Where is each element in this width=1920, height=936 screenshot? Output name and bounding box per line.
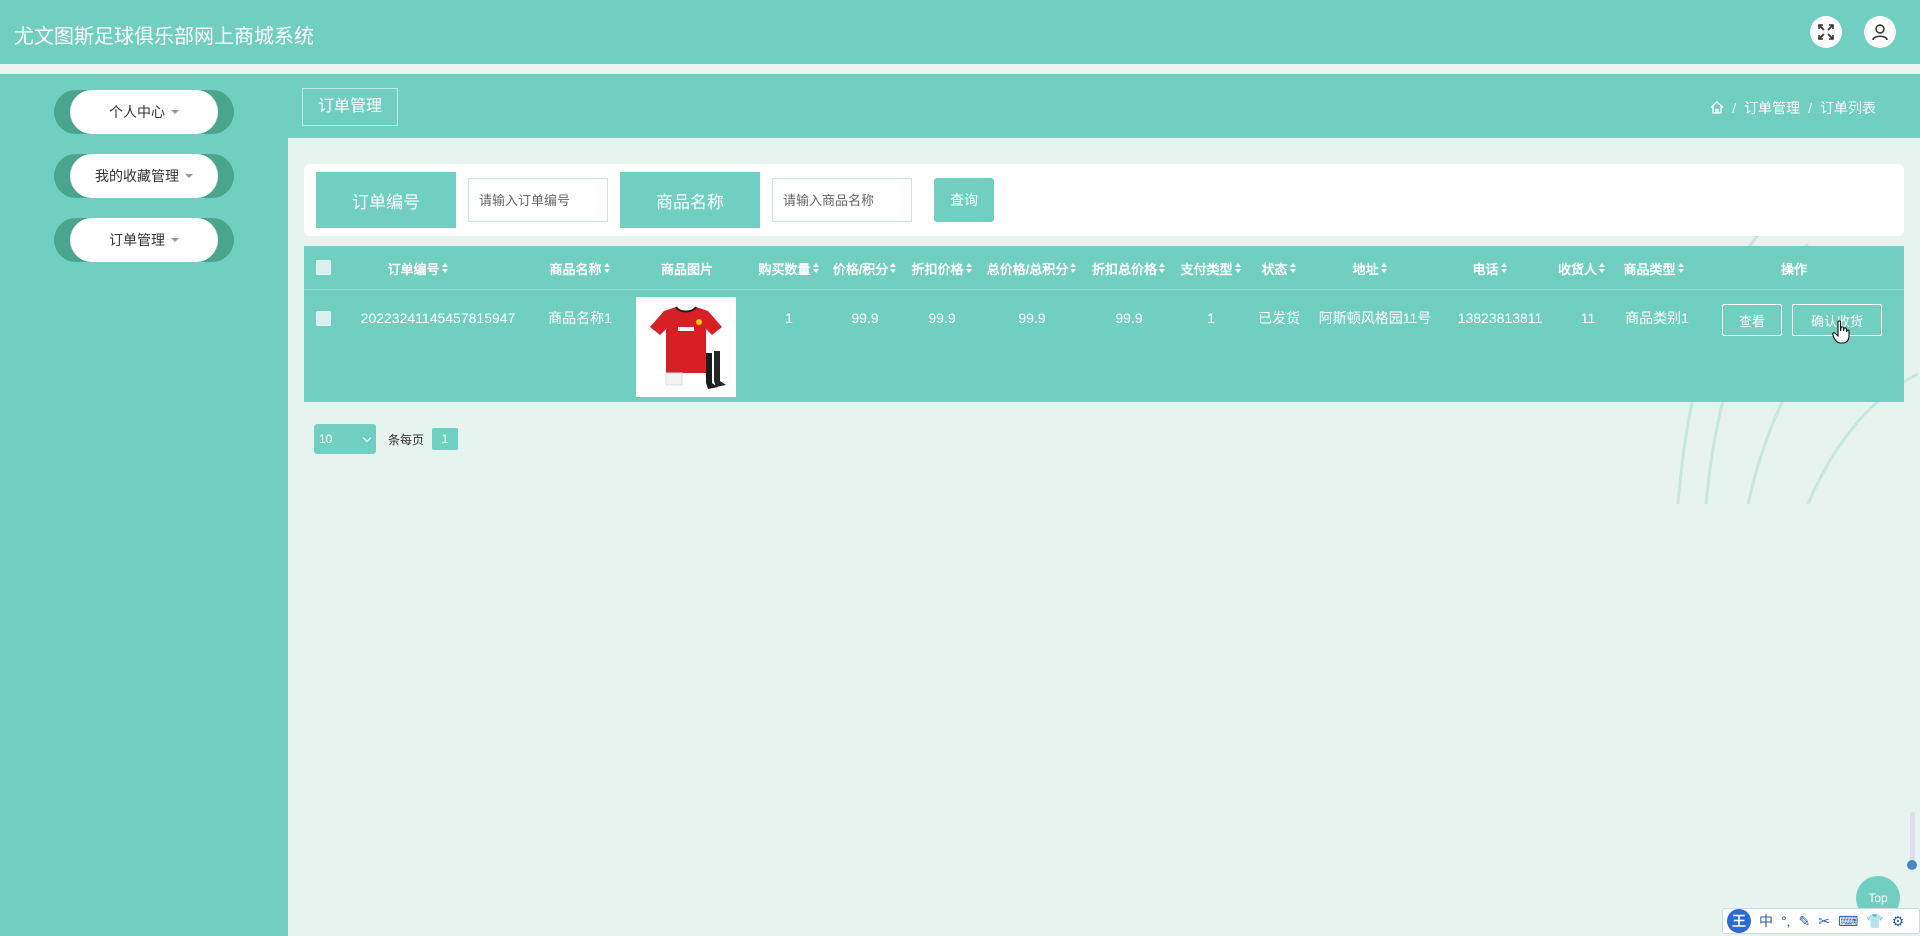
sidebar-item-pill: 订单管理 — [70, 218, 218, 262]
hand-cursor-icon — [1832, 320, 1850, 344]
product-image — [636, 297, 736, 397]
sort-icon[interactable] — [1677, 263, 1685, 273]
ime-scissors-icon[interactable]: ✂ — [1818, 913, 1830, 930]
sort-icon[interactable] — [812, 263, 820, 273]
sort-icon[interactable] — [1380, 263, 1388, 273]
app-title: 尤文图斯足球俱乐部网上商城系统 — [14, 24, 314, 48]
expand-icon — [1818, 24, 1834, 40]
sort-icon[interactable] — [1070, 263, 1077, 273]
row-checkbox[interactable] — [316, 311, 331, 326]
sidebar-item-label: 个人中心 — [109, 104, 165, 120]
top-header: 尤文图斯足球俱乐部网上商城系统 — [0, 0, 1920, 64]
sidebar-item-label: 订单管理 — [109, 232, 165, 248]
query-button[interactable]: 查询 — [934, 178, 994, 222]
col-pay-type[interactable]: 支付类型 — [1174, 246, 1248, 290]
sort-icon[interactable] — [890, 263, 897, 273]
col-discount-price[interactable]: 折扣价格 — [904, 246, 980, 290]
col-price[interactable]: 价格/积分 — [826, 246, 904, 290]
col-status[interactable]: 状态 — [1248, 246, 1310, 290]
page-title: 订单管理 — [302, 88, 399, 126]
search-panel: 订单编号 商品名称 查询 — [304, 164, 1904, 236]
ime-skin-icon[interactable]: 👕 — [1866, 913, 1883, 930]
ime-punctuation-icon[interactable]: °, — [1781, 913, 1791, 929]
col-product-type[interactable]: 商品类型 — [1614, 246, 1694, 290]
sort-icon[interactable] — [1500, 263, 1508, 273]
page-header: 订单管理 / 订单管理 / 订单列表 — [288, 74, 1920, 138]
header-divider — [0, 64, 1920, 74]
sort-icon[interactable] — [1159, 263, 1166, 273]
fullscreen-button[interactable] — [1810, 16, 1842, 48]
jersey-image — [650, 306, 726, 389]
ime-chinese-mode[interactable]: 中 — [1759, 911, 1773, 931]
sidebar: 个人中心 我的收藏管理 订单管理 — [0, 74, 288, 936]
cell-total-price: 99.9 — [1018, 310, 1046, 326]
breadcrumb-item-orders[interactable]: 订单管理 — [1744, 100, 1800, 116]
ime-toolbar: 王 中 °, ✎ ✂ ⌨ 👕 ⚙ — [1722, 908, 1920, 934]
cell-status: 已发货 — [1258, 310, 1300, 326]
caret-down-icon — [185, 174, 193, 178]
col-discount-total[interactable]: 折扣总价格 — [1084, 246, 1174, 290]
cell-pay-type: 1 — [1207, 310, 1215, 326]
main-content: 订单管理 /订单管理/订单列表 订单编号 商品名称 查询 订单编号 商品名称 — [288, 74, 1920, 936]
ime-keyboard-icon[interactable]: ⌨ — [1838, 913, 1858, 930]
order-no-label: 订单编号 — [316, 172, 456, 228]
product-name-input[interactable] — [772, 178, 912, 222]
col-product-name[interactable]: 商品名称 — [540, 246, 620, 290]
sort-icon[interactable] — [1599, 263, 1606, 273]
sort-icon[interactable] — [1234, 263, 1242, 273]
per-page-label: 条每页 — [388, 433, 425, 447]
cell-discount-price: 99.9 — [928, 310, 956, 326]
cell-price: 99.9 — [851, 310, 879, 326]
sidebar-item-orders[interactable]: 订单管理 — [54, 218, 234, 262]
view-button[interactable]: 查看 — [1722, 304, 1782, 336]
col-product-image: 商品图片 — [660, 261, 713, 277]
col-phone[interactable]: 电话 — [1430, 246, 1550, 290]
col-receiver[interactable]: 收货人 — [1550, 246, 1614, 290]
cell-address: 阿斯顿风格园11号 — [1318, 310, 1432, 326]
page-size-value: 10 — [319, 432, 333, 446]
col-actions: 操作 — [1780, 261, 1807, 277]
user-icon — [1872, 24, 1888, 41]
order-no-input[interactable] — [468, 178, 608, 222]
cell-quantity: 1 — [785, 310, 793, 326]
cell-receiver: 11 — [1580, 310, 1596, 326]
sidebar-item-pill: 个人中心 — [70, 90, 218, 134]
cell-product-type: 商品类别1 — [1625, 310, 1689, 326]
col-address[interactable]: 地址 — [1310, 246, 1430, 290]
sidebar-item-favorites[interactable]: 我的收藏管理 — [54, 154, 234, 198]
product-name-label: 商品名称 — [620, 172, 760, 228]
col-total-price[interactable]: 总价格/总积分 — [980, 246, 1084, 290]
page-size-select[interactable]: 10 — [314, 424, 376, 454]
sidebar-item-label: 我的收藏管理 — [95, 168, 179, 184]
table-header: 订单编号 商品名称 商品图片 购买数量 价格/积分 折扣价格 总价格/总积分 折… — [304, 246, 1904, 290]
sort-icon[interactable] — [603, 263, 611, 273]
home-icon[interactable] — [1710, 101, 1724, 114]
ime-pen-icon[interactable]: ✎ — [1799, 913, 1811, 930]
table-row: 20223241145457815947 商品名称1 1 99.9 99.9 9… — [304, 291, 1904, 402]
cell-product-name: 商品名称1 — [548, 310, 612, 326]
breadcrumb-item-order-list: 订单列表 — [1820, 100, 1876, 116]
ime-logo-icon[interactable]: 王 — [1727, 909, 1751, 933]
cell-discount-total: 99.9 — [1115, 310, 1143, 326]
sort-icon[interactable] — [1289, 263, 1297, 273]
orders-table: 订单编号 商品名称 商品图片 购买数量 价格/积分 折扣价格 总价格/总积分 折… — [304, 246, 1904, 402]
chevron-down-icon — [362, 433, 372, 443]
sidebar-item-pill: 我的收藏管理 — [70, 154, 218, 198]
page-number-current[interactable]: 1 — [432, 428, 458, 450]
cell-order-no: 20223241145457815947 — [360, 310, 516, 326]
sort-icon[interactable] — [965, 263, 973, 273]
breadcrumb: / 订单管理 / 订单列表 — [1710, 98, 1880, 118]
col-quantity[interactable]: 购买数量 — [752, 246, 826, 290]
caret-down-icon — [171, 110, 179, 114]
user-menu-button[interactable] — [1864, 16, 1896, 48]
scroll-indicator — [1907, 812, 1917, 870]
sidebar-item-personal-center[interactable]: 个人中心 — [54, 90, 234, 134]
cell-phone: 13823813811 — [1457, 310, 1543, 326]
sort-icon[interactable] — [441, 263, 449, 273]
ime-settings-icon[interactable]: ⚙ — [1892, 913, 1905, 930]
caret-down-icon — [171, 238, 179, 242]
col-order-no[interactable]: 订单编号 — [348, 246, 488, 290]
select-all-checkbox[interactable] — [316, 260, 331, 275]
